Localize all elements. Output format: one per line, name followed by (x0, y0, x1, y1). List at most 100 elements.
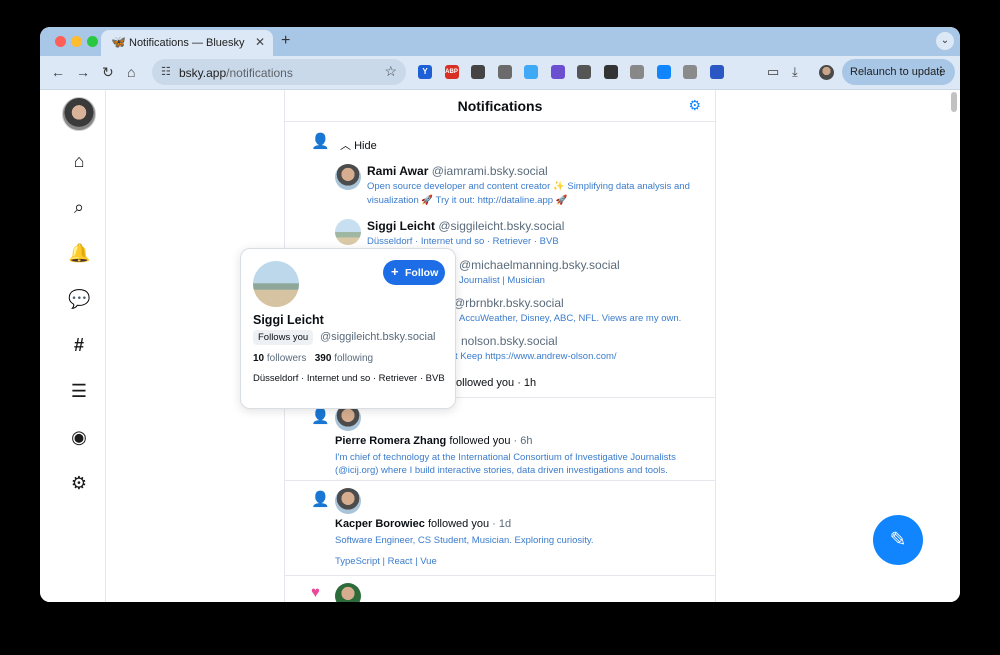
scrollbar[interactable] (951, 92, 957, 112)
notification-action: followed you (427, 518, 490, 530)
extension-grey-icon[interactable] (497, 65, 512, 79)
notification-text: Pierre Romera Zhang followed you · 6h (335, 435, 533, 447)
profile-icon[interactable]: ◉ (68, 426, 90, 448)
bluesky-page: ⌂ ⌕ 🔔 💬 # ☰ ◉ ⚙ Notifications ⚙ 👤 ︿ Hide… (40, 90, 960, 602)
feed-header: Notifications ⚙ (285, 90, 715, 122)
avatar[interactable] (335, 164, 361, 190)
reload-icon[interactable]: ↻ (102, 64, 114, 81)
pause-icon[interactable] (524, 65, 538, 79)
close-tab-icon[interactable]: ✕ (255, 35, 265, 49)
chat-icon[interactable]: 💬 (68, 288, 90, 310)
home-icon[interactable]: ⌂ (68, 150, 90, 172)
lists-icon[interactable]: ☰ (68, 380, 90, 402)
tab-search-chevron-icon[interactable]: ⌄ (936, 32, 954, 50)
follower-name[interactable]: Rami Awar (367, 164, 428, 178)
notification-action: followed you (449, 435, 511, 447)
close-window-button[interactable] (55, 36, 66, 47)
sidebar-icon[interactable] (709, 65, 724, 79)
follower-bio: Open source developer and content creato… (367, 181, 690, 206)
home-icon[interactable]: ⌂ (127, 64, 135, 80)
tab-strip: 🦋 Notifications — Bluesky ✕ + ⌄ (40, 27, 960, 56)
follower-handle: nolson.bsky.social (461, 334, 558, 348)
compose-button[interactable]: ✎ (873, 515, 923, 565)
minimize-window-button[interactable] (71, 36, 82, 47)
notification-text: Kacper Borowiec followed you · 1d (335, 518, 511, 530)
follow-person-icon: 👤 (311, 491, 330, 508)
extension-pin-icon[interactable] (577, 65, 591, 79)
gear-icon[interactable]: ⚙ (688, 97, 701, 114)
download-icon[interactable]: ⤓ (792, 64, 798, 80)
maximize-window-button[interactable] (87, 36, 98, 47)
follower-handle: @siggileicht.bsky.social (438, 219, 565, 233)
follow-button[interactable]: + Follow (383, 260, 445, 285)
bookmark-star-icon[interactable]: ☆ (384, 63, 397, 80)
follower-name-line: @rbrnbkr.bsky.social (453, 296, 564, 310)
relaunch-label: Relaunch to update (850, 66, 946, 78)
follow-person-icon: 👤 (311, 408, 330, 425)
settings-icon[interactable]: ⚙ (68, 472, 90, 494)
divider (285, 480, 715, 481)
adblock-icon[interactable]: ABP (444, 65, 459, 79)
focus-icon[interactable] (603, 65, 618, 79)
avatar[interactable] (62, 97, 96, 131)
browser-toolbar: ← → ↻ ⌂ ☷ bsky.app/notifications ☆ Y ABP … (40, 56, 960, 90)
followers-label[interactable]: followers (267, 353, 306, 364)
divider (285, 575, 715, 576)
followers-count[interactable]: 10 (253, 353, 264, 364)
extension-y-icon[interactable]: Y (418, 65, 432, 79)
search-icon[interactable]: ⌕ (68, 196, 90, 218)
notification-user-name[interactable]: Kacper Borowiec (335, 518, 425, 530)
avatar[interactable] (335, 219, 361, 245)
follow-button-label: Follow (405, 267, 439, 279)
following-count[interactable]: 390 (315, 353, 332, 364)
tab-title: Notifications — Bluesky (129, 37, 245, 49)
vue-icon[interactable] (683, 65, 697, 79)
notification-tags[interactable]: TypeScript | React | Vue (335, 555, 695, 568)
following-label[interactable]: following (334, 353, 373, 364)
browser-profile-avatar[interactable] (819, 65, 834, 80)
browser-tab[interactable]: 🦋 Notifications — Bluesky ✕ (101, 30, 273, 56)
menu-dots-icon[interactable]: ⋮ (935, 64, 947, 78)
group-summary: followed you · 1h (453, 377, 537, 389)
avatar[interactable] (335, 488, 361, 514)
screenshot-icon[interactable] (471, 65, 485, 79)
follower-bio: AccuWeather, Disney, ABC, NFL. Views are… (459, 313, 682, 324)
follower-handle: @rbrnbkr.bsky.social (453, 296, 564, 310)
page-title: Notifications (457, 98, 543, 114)
notification-bio: Software Engineer, CS Student, Musician.… (335, 535, 594, 546)
avatar[interactable] (335, 583, 361, 602)
extension-purple-icon[interactable] (550, 65, 565, 79)
avatar[interactable] (253, 261, 299, 307)
address-bar[interactable]: ☷ bsky.app/notifications ☆ (152, 59, 406, 85)
feeds-hash-icon[interactable]: # (68, 334, 90, 356)
chevron-up-icon: ︿ (340, 140, 351, 152)
extension-blue-icon[interactable] (656, 65, 671, 79)
follow-person-icon: 👤 (311, 133, 330, 150)
follower-name[interactable]: Siggi Leicht (367, 219, 435, 233)
follower-name-line: nolson.bsky.social (461, 334, 558, 348)
new-tab-icon[interactable]: + (281, 32, 290, 50)
follower-bio: Düsseldorf · Internet und so · Retriever… (367, 236, 559, 247)
heart-icon: ♥ (311, 584, 320, 601)
profile-stats: 10 followers 390 following (253, 353, 373, 364)
site-info-icon[interactable]: ☷ (161, 65, 171, 78)
follower-bio: Journalist | Musician (459, 275, 545, 286)
notification-user-name[interactable]: Pierre Romera Zhang (335, 435, 446, 447)
follower-handle: @iamrami.bsky.social (431, 164, 548, 178)
back-arrow-icon[interactable]: ← (51, 64, 65, 80)
hide-toggle[interactable]: ︿ Hide (340, 137, 377, 153)
notification-time: · 6h (513, 435, 533, 447)
follows-you-badge: Follows you (253, 330, 314, 345)
notifications-bell-icon[interactable]: 🔔 (68, 242, 90, 264)
follower-name-line: @michaelmanning.bsky.social (459, 258, 620, 272)
relaunch-button[interactable]: Relaunch to update ⋮ (842, 59, 955, 85)
profile-hover-card: + Follow Siggi Leicht Follows you @siggi… (240, 248, 456, 409)
forward-arrow-icon[interactable]: → (76, 64, 90, 80)
url-host: bsky.app (179, 66, 227, 80)
code-icon[interactable] (630, 65, 644, 79)
url-text: bsky.app/notifications (179, 66, 293, 80)
profile-name[interactable]: Siggi Leicht (253, 313, 324, 327)
cast-icon[interactable]: ▭ (767, 64, 779, 80)
notification-bio: I'm chief of technology at the Internati… (335, 452, 676, 476)
profile-handle: @siggileicht.bsky.social (320, 331, 436, 343)
